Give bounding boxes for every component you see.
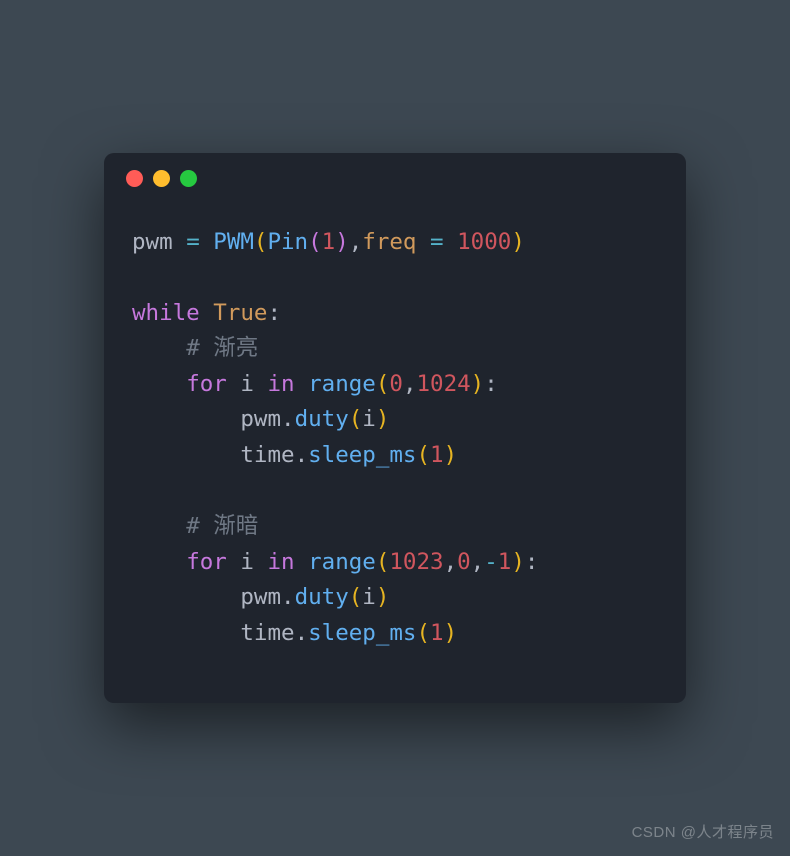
code-space <box>254 549 268 575</box>
paren-icon: ( <box>349 406 363 432</box>
code-token: , <box>444 549 458 575</box>
close-icon[interactable] <box>126 170 143 187</box>
blank-line <box>132 474 658 510</box>
code-token: in <box>267 371 294 397</box>
code-token: . <box>295 442 309 468</box>
code-token: pwm <box>240 584 281 610</box>
code-token: : <box>484 371 498 397</box>
code-space <box>416 229 430 255</box>
code-token: 1 <box>322 229 336 255</box>
code-token: 1000 <box>457 229 511 255</box>
code-indent <box>132 620 240 646</box>
paren-icon: ) <box>444 620 458 646</box>
code-space <box>295 549 309 575</box>
code-token: duty <box>295 406 349 432</box>
code-space <box>254 371 268 397</box>
code-comment: # <box>186 335 213 361</box>
code-token: freq <box>362 229 416 255</box>
code-token: 0 <box>457 549 471 575</box>
code-indent <box>132 335 186 361</box>
paren-icon: ) <box>511 549 525 575</box>
code-token: range <box>308 371 376 397</box>
code-indent <box>132 371 186 397</box>
code-indent <box>132 513 186 539</box>
code-token: while <box>132 300 200 326</box>
code-space <box>200 300 214 326</box>
code-token: sleep_ms <box>308 442 416 468</box>
paren-icon: ( <box>416 442 430 468</box>
code-token: , <box>349 229 363 255</box>
code-token: : <box>525 549 539 575</box>
code-space <box>173 229 187 255</box>
code-comment: 渐暗 <box>213 513 258 539</box>
code-token: : <box>267 300 281 326</box>
code-token: i <box>240 371 254 397</box>
code-token: True <box>213 300 267 326</box>
code-editor-window: pwm = PWM(Pin(1),freq = 1000) while True… <box>104 153 686 704</box>
code-token: Pin <box>267 229 308 255</box>
paren-icon: ( <box>376 549 390 575</box>
code-token: pwm <box>132 229 173 255</box>
paren-icon: ) <box>444 442 458 468</box>
code-indent <box>132 584 240 610</box>
code-token: pwm <box>240 406 281 432</box>
code-indent <box>132 406 240 432</box>
code-content: pwm = PWM(Pin(1),freq = 1000) while True… <box>104 205 686 704</box>
code-token: duty <box>295 584 349 610</box>
code-space <box>227 549 241 575</box>
watermark-text: CSDN @人才程序员 <box>632 821 774 842</box>
code-token: time <box>240 442 294 468</box>
code-indent <box>132 549 186 575</box>
paren-icon: ( <box>349 584 363 610</box>
minimize-icon[interactable] <box>153 170 170 187</box>
code-token: , <box>403 371 417 397</box>
paren-icon: ) <box>376 406 390 432</box>
code-space <box>444 229 458 255</box>
paren-icon: ( <box>376 371 390 397</box>
blank-line <box>132 260 658 296</box>
code-token: . <box>295 620 309 646</box>
paren-icon: ) <box>376 584 390 610</box>
code-token: in <box>267 549 294 575</box>
paren-icon: ) <box>511 229 525 255</box>
paren-icon: ) <box>335 229 349 255</box>
code-token: PWM <box>213 229 254 255</box>
code-token: 1 <box>430 442 444 468</box>
code-token: i <box>240 549 254 575</box>
code-token: 0 <box>389 371 403 397</box>
code-indent <box>132 442 240 468</box>
code-token: time <box>240 620 294 646</box>
code-token: , <box>471 549 485 575</box>
code-token: - <box>484 549 498 575</box>
code-token: range <box>308 549 376 575</box>
code-token: . <box>281 406 295 432</box>
code-token: for <box>186 549 227 575</box>
code-token: 1 <box>430 620 444 646</box>
window-titlebar <box>104 153 686 205</box>
paren-icon: ( <box>254 229 268 255</box>
code-space <box>295 371 309 397</box>
code-token: 1024 <box>416 371 470 397</box>
code-token: sleep_ms <box>308 620 416 646</box>
paren-icon: ( <box>308 229 322 255</box>
code-comment: # <box>186 513 213 539</box>
code-space <box>227 371 241 397</box>
code-token: . <box>281 584 295 610</box>
code-token: i <box>362 406 376 432</box>
paren-icon: ) <box>471 371 485 397</box>
code-token: for <box>186 371 227 397</box>
code-space <box>200 229 214 255</box>
code-token: = <box>186 229 200 255</box>
code-token: i <box>362 584 376 610</box>
code-token: 1 <box>498 549 512 575</box>
maximize-icon[interactable] <box>180 170 197 187</box>
code-token: 1023 <box>389 549 443 575</box>
paren-icon: ( <box>416 620 430 646</box>
code-token: = <box>430 229 444 255</box>
code-comment: 渐亮 <box>213 335 258 361</box>
